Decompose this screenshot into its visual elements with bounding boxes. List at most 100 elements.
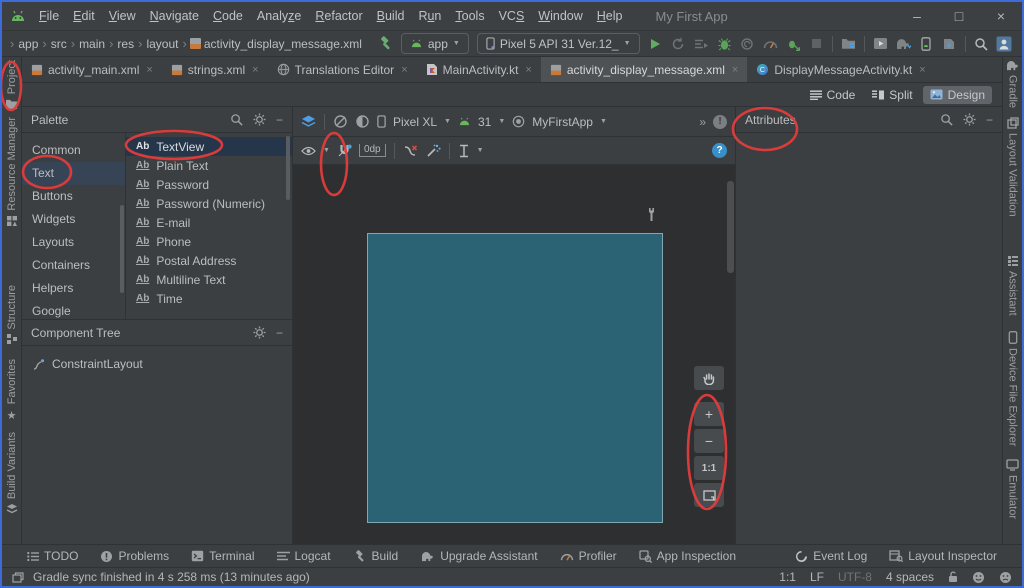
menu-edit[interactable]: Edit: [66, 9, 102, 23]
status-message[interactable]: Gradle sync finished in 4 s 258 ms (13 m…: [33, 570, 310, 584]
device-picker[interactable]: Pixel XL: [393, 115, 437, 129]
close-icon[interactable]: ×: [252, 64, 258, 76]
help-icon[interactable]: ?: [712, 143, 727, 158]
toolwindow-profiler[interactable]: Profiler: [549, 549, 628, 563]
happy-face-icon[interactable]: [972, 571, 985, 584]
tab-translations-editor[interactable]: Translations Editor ×: [268, 57, 417, 82]
palette-item-multiline-text[interactable]: AbMultiline Text: [126, 270, 292, 289]
palette-category-common[interactable]: Common: [22, 139, 125, 162]
clear-constraints-icon[interactable]: [403, 144, 419, 158]
sidebar-item-emulator[interactable]: Emulator: [1006, 459, 1019, 519]
pan-button[interactable]: [694, 366, 724, 390]
breadcrumb-app[interactable]: app: [16, 37, 40, 51]
orientation-icon[interactable]: [333, 114, 348, 129]
sidebar-item-layout-validation[interactable]: Layout Validation: [1007, 117, 1019, 217]
minimize-panel-icon[interactable]: −: [276, 113, 283, 127]
device-screen[interactable]: [367, 233, 663, 523]
profiler-gauge-icon[interactable]: [759, 33, 782, 54]
gear-icon[interactable]: [253, 326, 266, 339]
palette-item-postal-address[interactable]: AbPostal Address: [126, 251, 292, 270]
tab-activity-display-message-xml[interactable]: activity_display_message.xml ×: [541, 57, 748, 82]
sidebar-item-build-variants[interactable]: Build Variants: [6, 432, 18, 515]
line-separator-indicator[interactable]: LF: [810, 570, 824, 584]
menu-view[interactable]: View: [102, 9, 143, 23]
scrollbar[interactable]: [727, 181, 734, 273]
toolwindow-problems[interactable]: Problems: [89, 549, 180, 563]
sidebar-item-favorites[interactable]: Favorites ★: [6, 359, 18, 421]
view-options-eye-icon[interactable]: [301, 146, 316, 156]
menu-file[interactable]: File: [32, 9, 66, 23]
toolwindow-todo[interactable]: TODO: [16, 549, 89, 563]
palette-category-text[interactable]: Text: [22, 162, 125, 185]
tab-displaymessageactivity-kt[interactable]: C DisplayMessageActivity.kt ×: [747, 57, 934, 82]
search-icon[interactable]: [230, 113, 243, 126]
breadcrumb-res[interactable]: res: [115, 37, 136, 51]
gear-icon[interactable]: [253, 113, 266, 126]
tab-activity-main-xml[interactable]: activity_main.xml ×: [22, 57, 162, 82]
zoom-out-button[interactable]: −: [694, 429, 724, 453]
rerun-icon[interactable]: [667, 33, 690, 54]
zoom-actual-size-button[interactable]: 1:1: [694, 456, 724, 480]
palette-category-widgets[interactable]: Widgets: [22, 208, 125, 231]
palette-item-password[interactable]: AbPassword: [126, 175, 292, 194]
close-icon[interactable]: ×: [525, 64, 531, 76]
unlock-icon[interactable]: [948, 571, 958, 583]
infer-constraints-wand-icon[interactable]: [426, 143, 441, 158]
run-button[interactable]: [644, 33, 667, 54]
menu-run[interactable]: Run: [411, 9, 448, 23]
sdk-manager-icon[interactable]: [938, 33, 961, 54]
scrollbar[interactable]: [120, 205, 124, 293]
theme-icon[interactable]: [355, 114, 370, 129]
minimize-panel-icon[interactable]: −: [986, 113, 993, 127]
tab-strings-xml[interactable]: strings.xml ×: [162, 57, 268, 82]
design-canvas[interactable]: + − 1:1: [293, 165, 735, 544]
menu-refactor[interactable]: Refactor: [308, 9, 369, 23]
mode-design[interactable]: Design: [923, 86, 992, 104]
device-selector[interactable]: Pixel 5 API 31 Ver.12_ ▼: [477, 33, 640, 54]
sidebar-item-structure[interactable]: Structure: [6, 285, 18, 346]
sad-face-icon[interactable]: [999, 571, 1012, 584]
render-issues-icon[interactable]: !: [713, 115, 727, 129]
palette-item-textview[interactable]: AbTextView: [126, 137, 292, 156]
breadcrumb-layout[interactable]: layout: [144, 37, 180, 51]
close-icon[interactable]: ×: [146, 64, 152, 76]
toolwindow-build[interactable]: Build: [342, 549, 410, 563]
palette-item-phone[interactable]: AbPhone: [126, 232, 292, 251]
minimize-button[interactable]: –: [896, 2, 938, 30]
breadcrumb-src[interactable]: src: [49, 37, 69, 51]
menu-window[interactable]: Window: [531, 9, 589, 23]
menu-tools[interactable]: Tools: [448, 9, 491, 23]
mode-split[interactable]: Split: [865, 86, 919, 104]
sidebar-item-project[interactable]: Project: [5, 60, 18, 109]
zoom-in-button[interactable]: +: [694, 402, 724, 426]
palette-category-helpers[interactable]: Helpers: [22, 277, 125, 300]
tree-item-constraintlayout[interactable]: ConstraintLayout: [22, 353, 292, 375]
close-button[interactable]: ×: [980, 2, 1022, 30]
design-surface-icon[interactable]: [301, 115, 316, 128]
palette-category-google[interactable]: Google: [22, 300, 125, 319]
run-config-selector[interactable]: app ▼: [401, 33, 469, 54]
toolwindow-upgrade-assistant[interactable]: Upgrade Assistant: [409, 549, 548, 563]
palette-item-plain-text[interactable]: AbPlain Text: [126, 156, 292, 175]
debug-button[interactable]: [713, 33, 736, 54]
search-icon[interactable]: [940, 113, 953, 126]
close-icon[interactable]: ×: [732, 64, 738, 76]
run-with-coverage-icon[interactable]: [690, 33, 713, 54]
device-manager-icon[interactable]: [869, 33, 892, 54]
minimize-panel-icon[interactable]: −: [276, 326, 283, 340]
sidebar-item-gradle[interactable]: Gradle: [1005, 60, 1020, 108]
close-icon[interactable]: ×: [919, 64, 925, 76]
to olwindow-terminal[interactable]: Terminal: [180, 549, 265, 563]
sidebar-item-device-file-explorer[interactable]: Device File Explorer: [1007, 331, 1019, 446]
default-margins-button[interactable]: 0dp: [359, 144, 386, 157]
palette-item-time[interactable]: AbTime: [126, 289, 292, 308]
toolbar-overflow-chevrons[interactable]: »: [699, 115, 706, 129]
menu-navigate[interactable]: Navigate: [143, 9, 206, 23]
mode-code[interactable]: Code: [803, 86, 863, 104]
build-hammer-icon[interactable]: [374, 33, 397, 54]
palette-category-containers[interactable]: Containers: [22, 254, 125, 277]
palette-item-password-numeric[interactable]: AbPassword (Numeric): [126, 194, 292, 213]
toolwindow-event-log[interactable]: Event Log: [784, 549, 878, 563]
zoom-to-fit-button[interactable]: [694, 483, 724, 507]
api-level-picker[interactable]: 31: [478, 115, 491, 129]
